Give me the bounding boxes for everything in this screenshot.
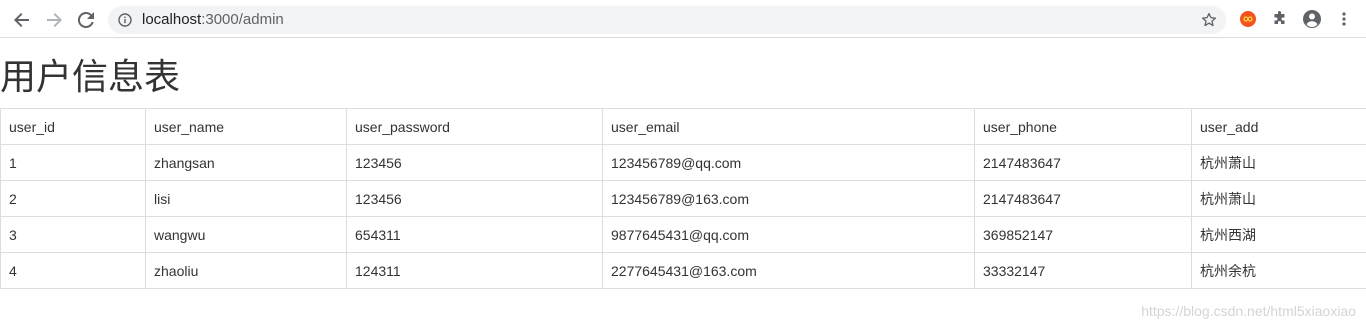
reload-icon[interactable] (73, 7, 99, 33)
cell-user-email: 123456789@163.com (602, 180, 975, 217)
cell-user-email: 9877645431@qq.com (602, 216, 975, 253)
back-arrow-icon[interactable] (9, 7, 35, 33)
cell-user-password: 123456 (346, 144, 603, 181)
cell-user-password: 654311 (346, 216, 603, 253)
cell-user-id: 2 (0, 180, 146, 217)
table-row: 3 wangwu 654311 9877645431@qq.com 369852… (0, 216, 1366, 253)
cell-user-password: 124311 (346, 252, 603, 289)
column-header-user-password: user_password (346, 108, 603, 145)
user-table: user_id user_name user_password user_ema… (0, 108, 1366, 289)
cell-user-add: 杭州萧山 (1191, 180, 1366, 217)
url-path: :3000/admin (201, 11, 284, 28)
cell-user-name: zhangsan (145, 144, 347, 181)
cell-user-id: 1 (0, 144, 146, 181)
cell-user-name: lisi (145, 180, 347, 217)
extension-icon[interactable] (1238, 9, 1258, 29)
info-icon[interactable] (118, 13, 132, 27)
kebab-menu-icon[interactable] (1334, 9, 1354, 29)
puzzle-icon[interactable] (1270, 9, 1290, 29)
url-host: localhost (142, 11, 202, 28)
cell-user-name: wangwu (145, 216, 347, 253)
cell-user-phone: 2147483647 (974, 180, 1192, 217)
url-text[interactable]: localhost:3000/admin (142, 11, 284, 29)
table-row: 4 zhaoliu 124311 2277645431@163.com 3333… (0, 252, 1366, 289)
cell-user-phone: 2147483647 (974, 144, 1192, 181)
browser-toolbar: localhost:3000/admin (0, 0, 1366, 38)
cell-user-email: 2277645431@163.com (602, 252, 975, 289)
cell-user-name: zhaoliu (145, 252, 347, 289)
cell-user-add: 杭州西湖 (1191, 216, 1366, 253)
table-header-row: user_id user_name user_password user_ema… (0, 108, 1366, 145)
table-row: 2 lisi 123456 123456789@163.com 21474836… (0, 180, 1366, 217)
star-icon[interactable] (1201, 12, 1217, 28)
cell-user-add: 杭州余杭 (1191, 252, 1366, 289)
page-title: 用户信息表 (0, 57, 181, 98)
profile-icon[interactable] (1302, 9, 1322, 29)
cell-user-phone: 369852147 (974, 216, 1192, 253)
cell-user-phone: 33332147 (974, 252, 1192, 289)
cell-user-email: 123456789@qq.com (602, 144, 975, 181)
cell-user-password: 123456 (346, 180, 603, 217)
address-bar[interactable]: localhost:3000/admin (108, 6, 1226, 34)
table-row: 1 zhangsan 123456 123456789@qq.com 21474… (0, 144, 1366, 181)
column-header-user-email: user_email (602, 108, 975, 145)
cell-user-id: 3 (0, 216, 146, 253)
column-header-user-add: user_add (1191, 108, 1366, 145)
cell-user-id: 4 (0, 252, 146, 289)
watermark: https://blog.csdn.net/html5xiaoxiao (1141, 303, 1356, 319)
cell-user-add: 杭州萧山 (1191, 144, 1366, 181)
column-header-user-name: user_name (145, 108, 347, 145)
forward-arrow-icon[interactable] (41, 7, 67, 33)
column-header-user-id: user_id (0, 108, 146, 145)
column-header-user-phone: user_phone (974, 108, 1192, 145)
